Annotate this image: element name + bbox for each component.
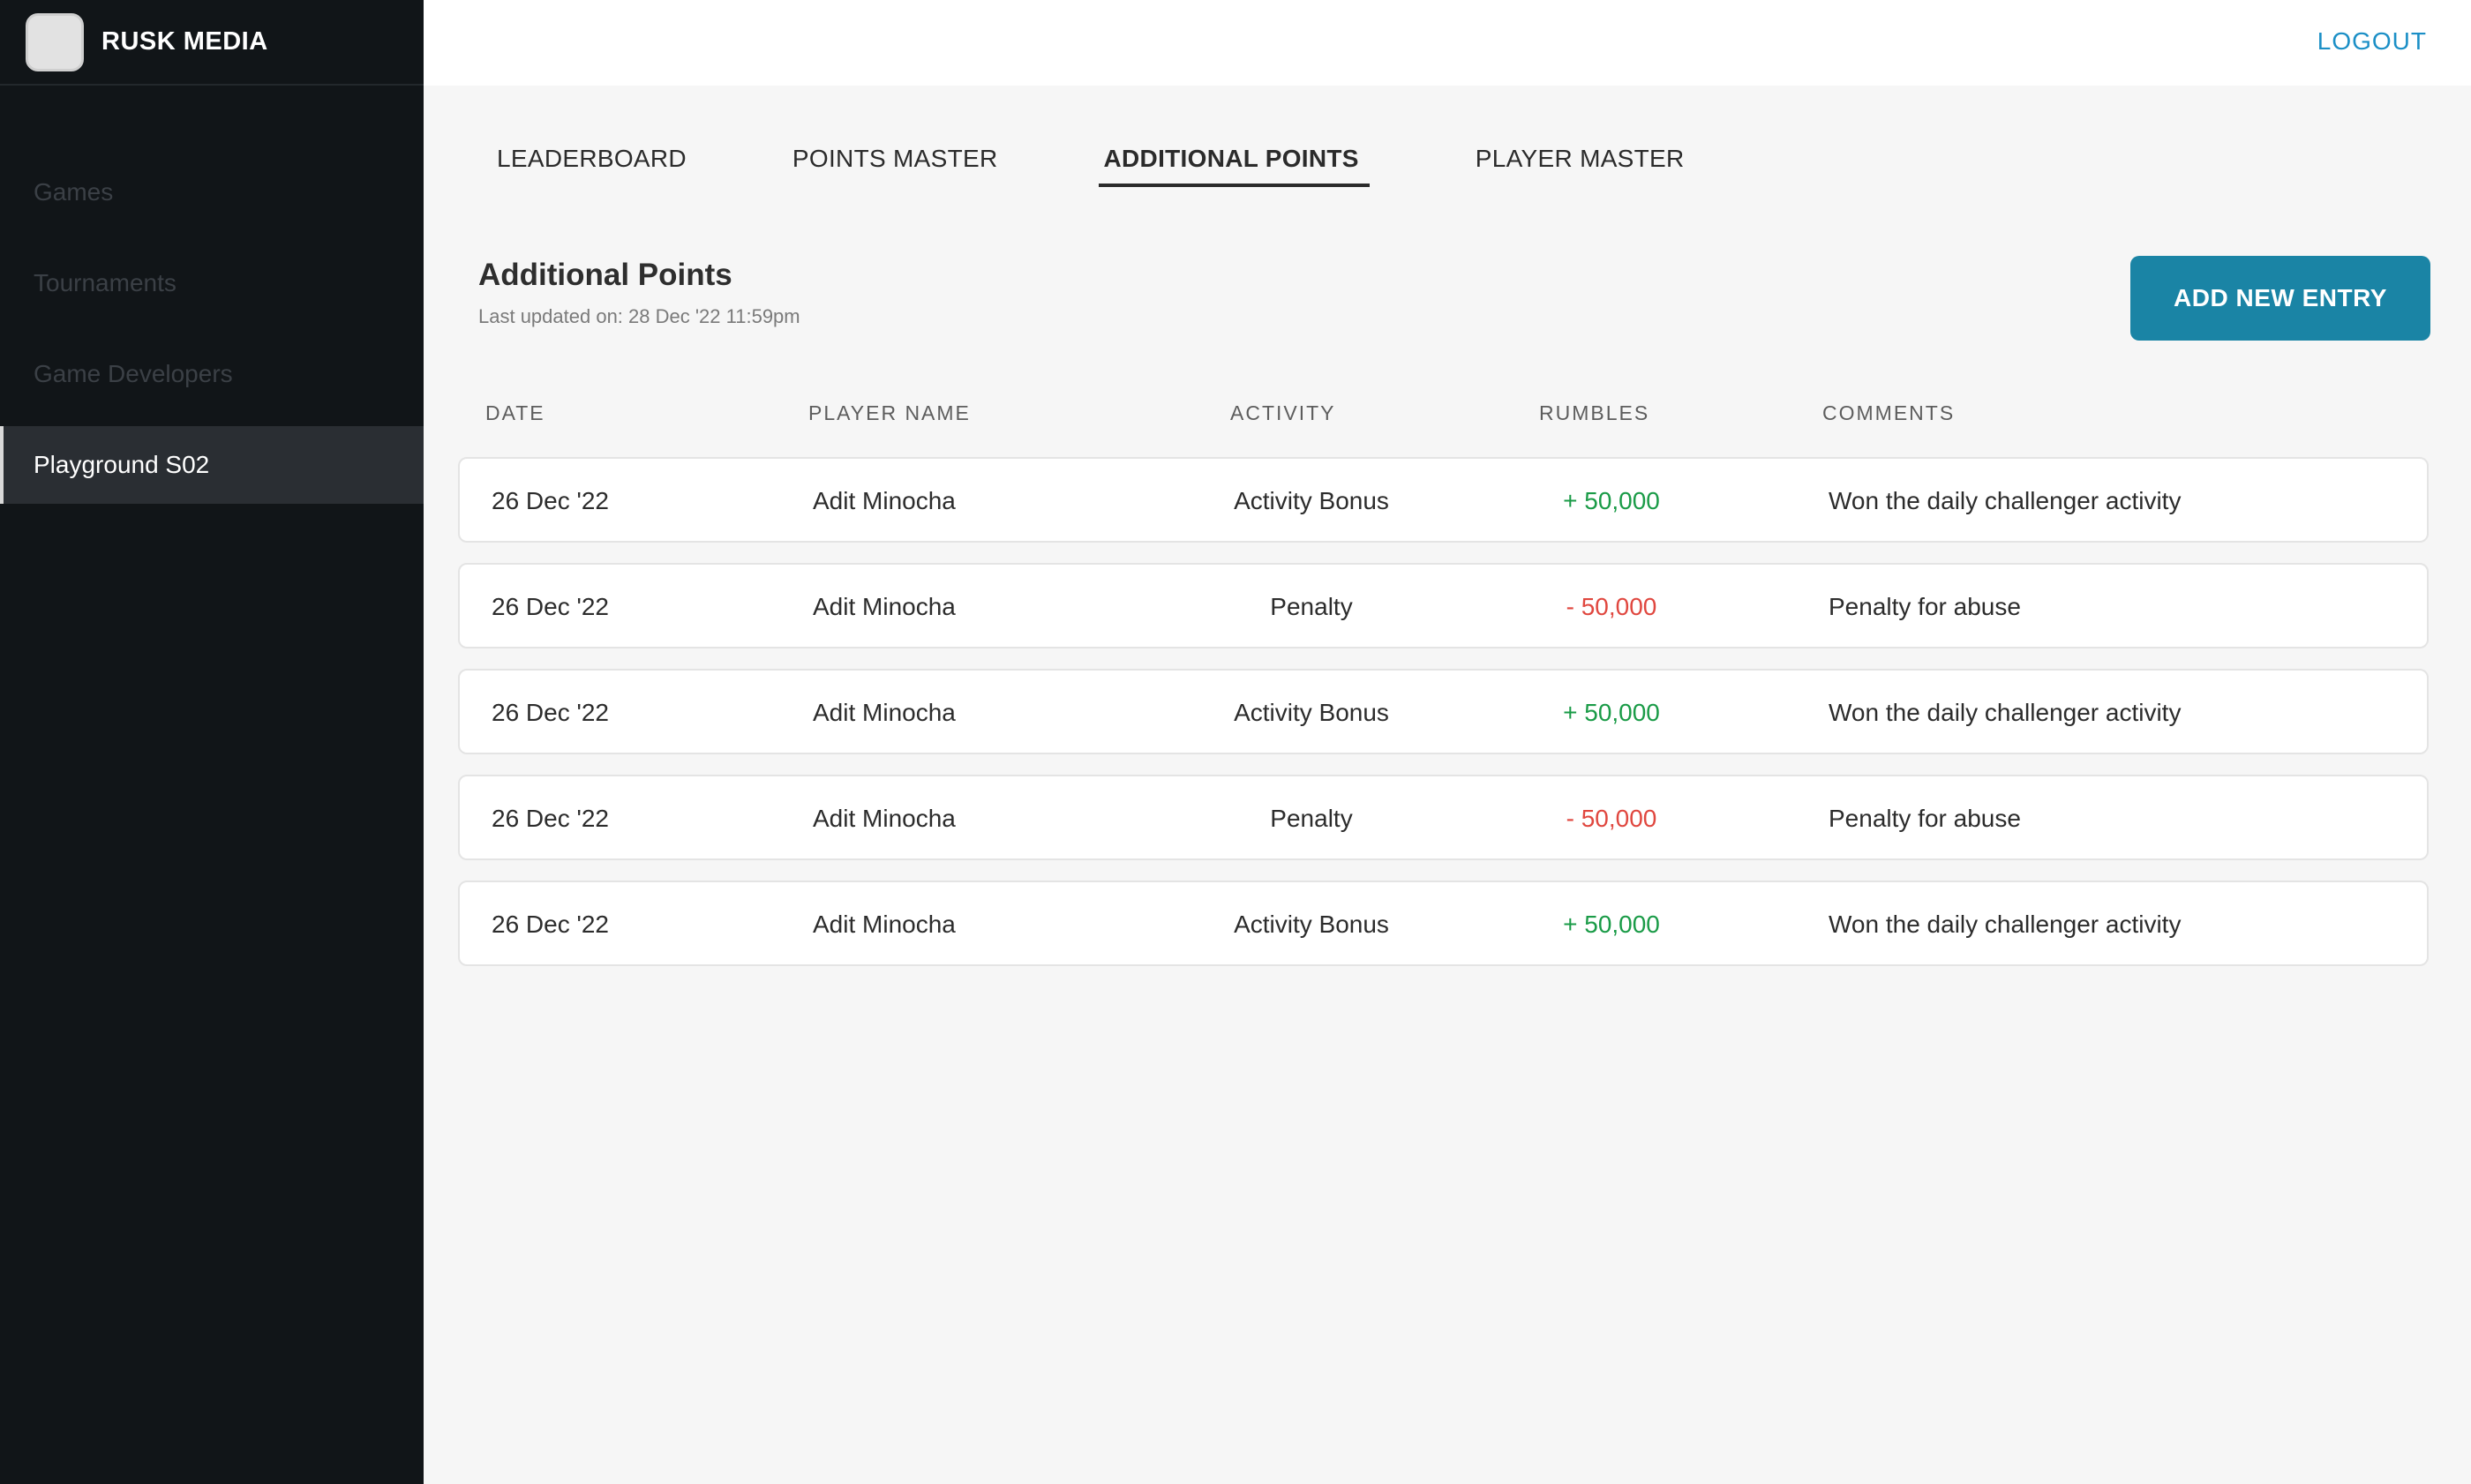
cell-activity: Penalty xyxy=(1270,593,1353,620)
tab-player-master[interactable]: PLAYER MASTER xyxy=(1476,141,1685,187)
cell-rumbles: - 50,000 xyxy=(1566,593,1657,620)
table-body: 26 Dec '22 Adit Minocha Activity Bonus +… xyxy=(458,457,2429,986)
table-header: DATE PLAYER NAME ACTIVITY RUMBLES COMMEN… xyxy=(459,401,2429,433)
table-row[interactable]: 26 Dec '22 Adit Minocha Penalty - 50,000… xyxy=(458,775,2429,860)
page-title: Additional Points xyxy=(478,258,732,292)
column-header-date: DATE xyxy=(485,401,545,424)
logout-link[interactable]: LOGOUT xyxy=(2317,27,2427,56)
cell-player-name: Adit Minocha xyxy=(813,911,956,938)
top-bar: LOGOUT xyxy=(424,0,2471,86)
cell-activity: Activity Bonus xyxy=(1234,699,1389,726)
column-header-rumbles: RUMBLES xyxy=(1539,401,1650,424)
table-row[interactable]: 26 Dec '22 Adit Minocha Activity Bonus +… xyxy=(458,881,2429,966)
tab-additional-points[interactable]: ADDITIONAL POINTS xyxy=(1098,141,1370,187)
cell-comment: Won the daily challenger activity xyxy=(1829,911,2182,938)
cell-comment: Penalty for abuse xyxy=(1829,593,2021,620)
app-root: RUSK MEDIA Games Tournaments Game Develo… xyxy=(0,0,2471,1484)
cell-activity: Activity Bonus xyxy=(1234,487,1389,514)
last-updated-text: Last updated on: 28 Dec '22 11:59pm xyxy=(478,305,800,327)
column-header-player-name: PLAYER NAME xyxy=(808,401,971,424)
column-header-comments: COMMENTS xyxy=(1822,401,1956,424)
cell-activity: Penalty xyxy=(1270,805,1353,832)
cell-player-name: Adit Minocha xyxy=(813,699,956,726)
cell-comment: Won the daily challenger activity xyxy=(1829,487,2182,514)
tab-leaderboard[interactable]: LEADERBOARD xyxy=(497,141,687,187)
cell-comment: Won the daily challenger activity xyxy=(1829,699,2182,726)
brand-header: RUSK MEDIA xyxy=(0,0,424,86)
cell-rumbles: + 50,000 xyxy=(1563,911,1660,938)
sidebar-item-tournaments[interactable]: Tournaments xyxy=(0,244,424,322)
table-row[interactable]: 26 Dec '22 Adit Minocha Activity Bonus +… xyxy=(458,669,2429,754)
cell-date: 26 Dec '22 xyxy=(492,487,609,514)
sidebar-item-games[interactable]: Games xyxy=(0,154,424,231)
sidebar-nav: Games Tournaments Game Developers Playgr… xyxy=(0,154,424,504)
tab-points-master[interactable]: POINTS MASTER xyxy=(792,141,998,187)
tab-bar: LEADERBOARD POINTS MASTER ADDITIONAL POI… xyxy=(497,141,1791,187)
cell-date: 26 Dec '22 xyxy=(492,911,609,938)
cell-player-name: Adit Minocha xyxy=(813,487,956,514)
table-row[interactable]: 26 Dec '22 Adit Minocha Activity Bonus +… xyxy=(458,457,2429,543)
cell-date: 26 Dec '22 xyxy=(492,593,609,620)
cell-comment: Penalty for abuse xyxy=(1829,805,2021,832)
cell-rumbles: + 50,000 xyxy=(1563,487,1660,514)
cell-activity: Activity Bonus xyxy=(1234,911,1389,938)
cell-date: 26 Dec '22 xyxy=(492,699,609,726)
add-new-entry-button[interactable]: ADD NEW ENTRY xyxy=(2130,256,2430,341)
brand-name: RUSK MEDIA xyxy=(101,27,268,56)
cell-date: 26 Dec '22 xyxy=(492,805,609,832)
table-row[interactable]: 26 Dec '22 Adit Minocha Penalty - 50,000… xyxy=(458,563,2429,648)
sidebar: RUSK MEDIA Games Tournaments Game Develo… xyxy=(0,0,424,1484)
cell-player-name: Adit Minocha xyxy=(813,805,956,832)
cell-rumbles: + 50,000 xyxy=(1563,699,1660,726)
cell-player-name: Adit Minocha xyxy=(813,593,956,620)
column-header-activity: ACTIVITY xyxy=(1230,401,1336,424)
brand-logo xyxy=(26,12,84,71)
cell-rumbles: - 50,000 xyxy=(1566,805,1657,832)
sidebar-item-playground-s02[interactable]: Playground S02 xyxy=(0,426,424,504)
sidebar-item-game-developers[interactable]: Game Developers xyxy=(0,335,424,413)
